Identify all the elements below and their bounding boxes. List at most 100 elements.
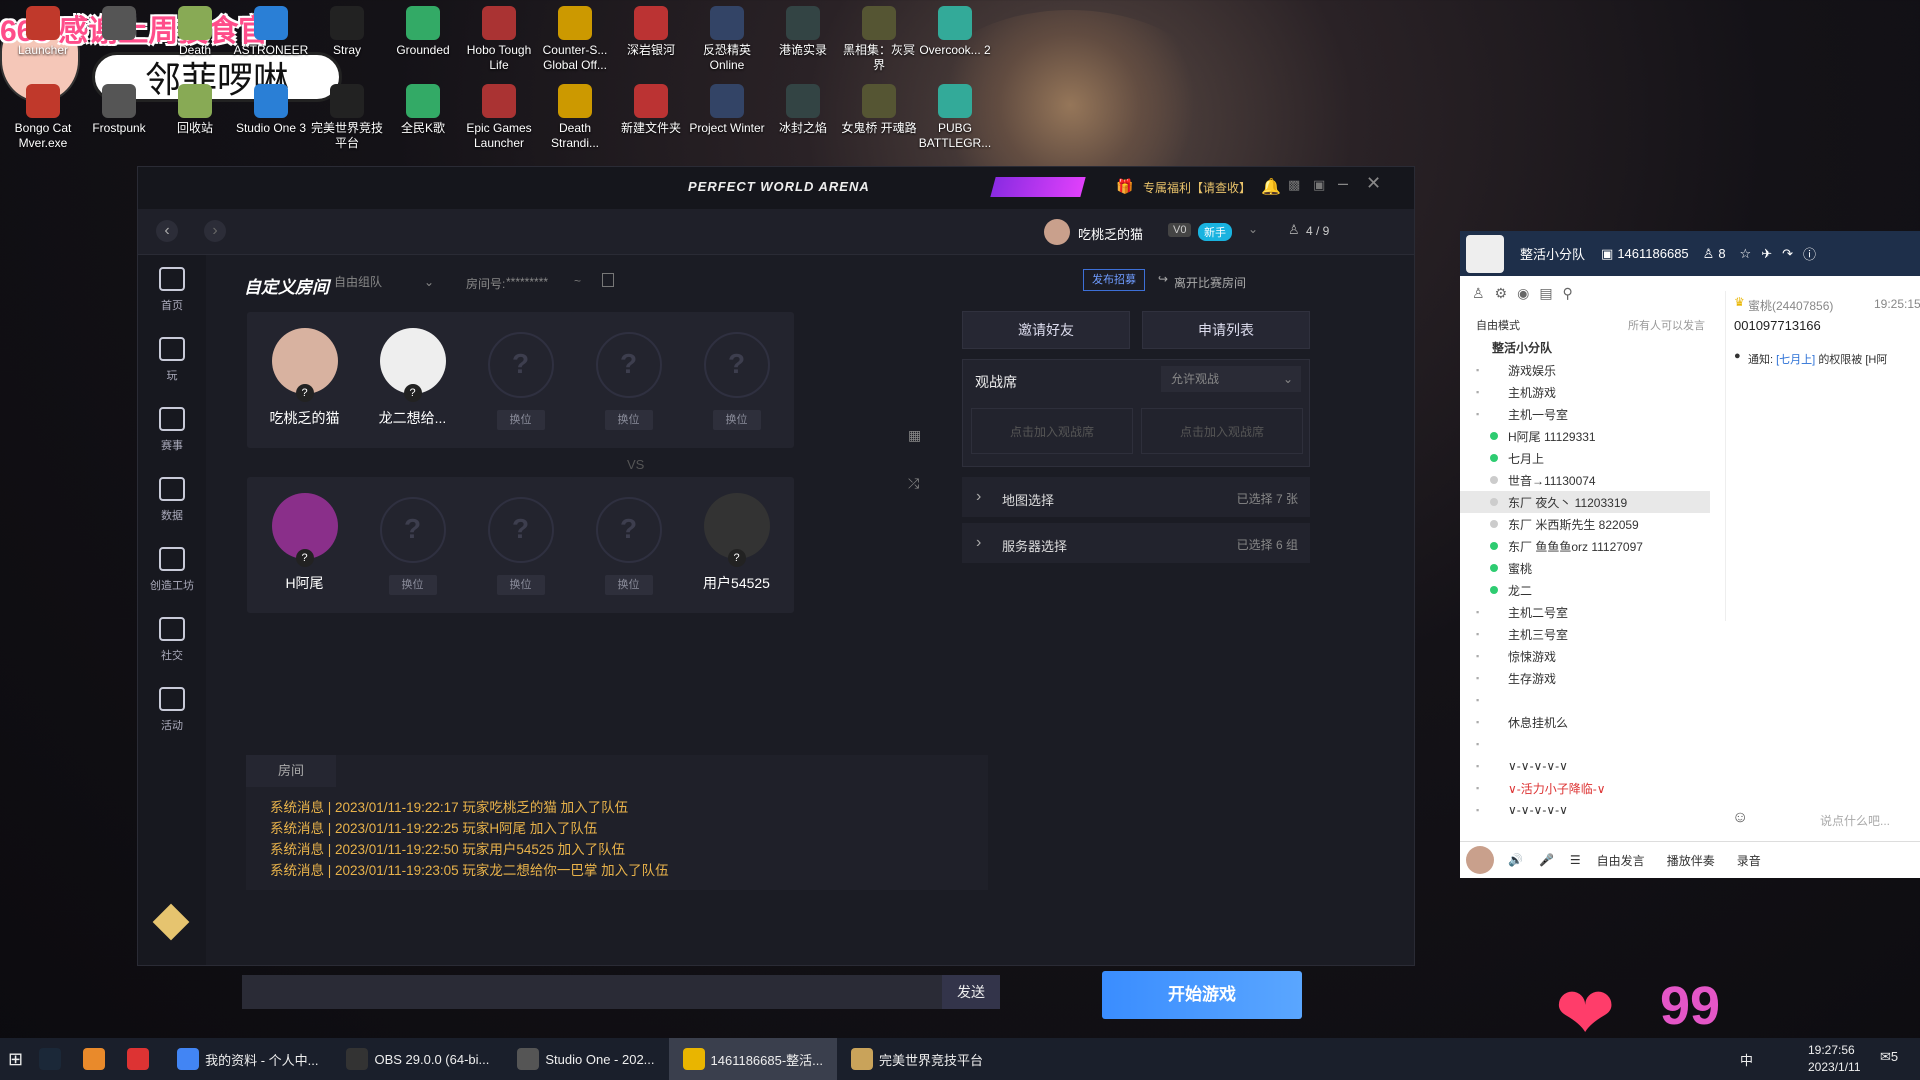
desktop-icon[interactable]: Studio One 3 [232,84,310,136]
player-slot[interactable]: ? 换位 [571,312,686,448]
desktop-icon[interactable]: 女鬼桥 开魂路 [840,84,918,136]
taskbar-item[interactable]: Studio One - 202... [503,1038,668,1080]
shuffle-icon[interactable]: ▦ [908,427,921,444]
mode-dropdown[interactable]: 自由组队 ⌄ [334,269,440,295]
channel-tree-item[interactable]: ▪ 主机游戏 [1460,381,1710,403]
channel-tree-item[interactable]: H阿尾 11129331 [1460,425,1710,447]
channel-tree-item[interactable]: ▪ 主机一号室 [1460,403,1710,425]
player-slot[interactable]: ? 换位 [679,312,794,448]
swap-button[interactable]: 换位 [604,410,653,430]
player-slot[interactable]: ? 换位 [463,477,578,613]
gift-icon[interactable]: 🎁 [1116,178,1133,195]
player-slot[interactable]: ? 换位 [355,477,470,613]
channel-tree-item[interactable]: ▪ ∨-∨-∨-∨-∨ [1460,799,1710,821]
desktop-icon[interactable]: 完美世界竞技平台 [308,84,386,151]
start-game-button[interactable]: 开始游戏 [1102,971,1302,1019]
avatar[interactable] [1044,219,1070,245]
netease-icon[interactable] [119,1038,163,1080]
apply-list-button[interactable]: 申请列表 [1142,311,1310,349]
copy-icon[interactable] [602,273,614,287]
desktop-icon[interactable]: Counter-S... Global Off... [536,6,614,73]
promo-link[interactable]: 专属福利【请查收】 [1143,179,1251,196]
join-spectator-slot[interactable]: 点击加入观战席 [971,408,1133,454]
invite-friend-button[interactable]: 邀请好友 [962,311,1130,349]
channel-tree-item[interactable]: ▪ 游戏娱乐 [1460,359,1710,381]
channel-tree-item[interactable]: 世音→11130074 [1460,469,1710,491]
feedback-icon[interactable]: ▣ [1313,177,1325,193]
desktop-icon[interactable]: Hobo Tough Life [460,6,538,73]
player-slot[interactable]: ? 吃桃乏的猫 [247,312,362,448]
player-slot[interactable]: ? 用户54525 [679,477,794,613]
share-icon[interactable]: ↷ [1782,246,1793,262]
sidebar-item-2[interactable]: 赛事 [138,395,206,465]
star-icon[interactable]: ☆ [1740,246,1752,262]
player-slot[interactable]: ? 龙二想给... [355,312,470,448]
send-button[interactable]: 发送 [942,975,1000,1009]
desktop-icon[interactable]: 全民K歌 [384,84,462,136]
self-avatar[interactable] [1466,846,1494,874]
swap-button[interactable]: 换位 [712,410,761,430]
emoji-icon[interactable]: ☺ [1732,809,1748,827]
swap-button[interactable]: 换位 [388,575,437,595]
channel-tree-item[interactable]: ▪ [1460,689,1710,711]
chat-input[interactable] [242,975,942,1009]
desktop-icon[interactable]: Project Winter [688,84,766,136]
channel-tree-item[interactable]: ▪ 惊悚游戏 [1460,645,1710,667]
desktop-icon[interactable]: Death Strandi... [536,84,614,151]
desktop-icon[interactable]: 回收站 [156,84,234,136]
player-slot[interactable]: ? 换位 [571,477,686,613]
clock-date[interactable]: 2023/1/11 [1808,1060,1861,1074]
sidebar-item-5[interactable]: 社交 [138,605,206,675]
desktop-icon[interactable]: Frostpunk [80,84,158,136]
channel-tree-item[interactable]: 东厂 夜久丶 11203319 [1460,491,1710,513]
player-slot[interactable]: ? H阿尾 [247,477,362,613]
free-speak-button[interactable]: 自由发言 [1597,852,1645,869]
desktop-icon[interactable]: 港诡实录 [764,6,842,58]
channel-root[interactable]: 整活小分队 [1492,339,1552,356]
desktop-icon[interactable]: ASTRONEER [232,6,310,58]
speaker-icon[interactable]: 🔊 [1508,853,1523,867]
spectator-dropdown[interactable]: 允许观战 ⌄ [1161,366,1301,392]
channel-tree-item[interactable]: ▪ 生存游戏 [1460,667,1710,689]
forward-icon[interactable]: › [204,220,226,242]
desktop-icon[interactable]: Overcook... 2 [916,6,994,58]
sidebar-item-1[interactable]: 玩 [138,325,206,395]
info-icon[interactable]: ⓘ [1803,244,1816,263]
steam-icon[interactable] [31,1038,75,1080]
taskbar-item[interactable]: OBS 29.0.0 (64-bi... [332,1038,503,1080]
desktop-icon[interactable]: 新建文件夹 [612,84,690,136]
taskbar-item[interactable]: 1461186685-整活... [668,1038,838,1080]
map-select-row[interactable]: › 地图选择 已选择 7 张 [962,477,1310,517]
taskbar-item[interactable]: 完美世界竞技平台 [837,1038,997,1080]
desktop-icon[interactable]: 黑相集：灰冥界 [840,6,918,73]
desktop-icon[interactable]: Death [156,6,234,58]
record-button[interactable]: 录音 [1737,852,1761,869]
desktop-icon[interactable]: Bongo Cat Mver.exe [4,84,82,151]
swap-button[interactable]: 换位 [604,575,653,595]
channel-tree-item[interactable]: ▪ 主机三号室 [1460,623,1710,645]
taskbar-item[interactable]: 我的资料 - 个人中... [163,1038,332,1080]
user-name[interactable]: 吃桃乏的猫 [1078,224,1143,243]
channel-tree-item[interactable]: ▪ [1460,733,1710,755]
sidebar-item-6[interactable]: 活动 [138,675,206,745]
swap-button[interactable]: 换位 [496,575,545,595]
swap-button[interactable]: 换位 [496,410,545,430]
back-icon[interactable]: ‹ [156,220,178,242]
desktop-icon[interactable]: 深岩银河 [612,6,690,58]
eye-icon[interactable]: ~ [574,274,581,288]
channel-tree-item[interactable]: 东厂 鱼鱼鱼orz 11127097 [1460,535,1710,557]
plane-icon[interactable]: ✈ [1761,246,1772,262]
channel-tree-item[interactable]: 蜜桃 [1460,557,1710,579]
publish-button[interactable]: 发布招募 [1083,269,1145,291]
bell-icon[interactable]: 🔔 [1261,177,1281,197]
join-spectator-slot[interactable]: 点击加入观战席 [1141,408,1303,454]
start-button[interactable]: ⊞ [0,1038,31,1080]
eq-icon[interactable]: ☰ [1570,853,1581,867]
sidebar-item-0[interactable]: 首页 [138,255,206,325]
leave-room-button[interactable]: 离开比赛房间 [1174,274,1246,291]
desktop-icon[interactable]: Stray [308,6,386,58]
app-icon[interactable] [75,1038,119,1080]
close-icon[interactable]: ✕ [1366,173,1381,194]
channel-tree-item[interactable]: 七月上 [1460,447,1710,469]
sidebar-item-3[interactable]: 数据 [138,465,206,535]
